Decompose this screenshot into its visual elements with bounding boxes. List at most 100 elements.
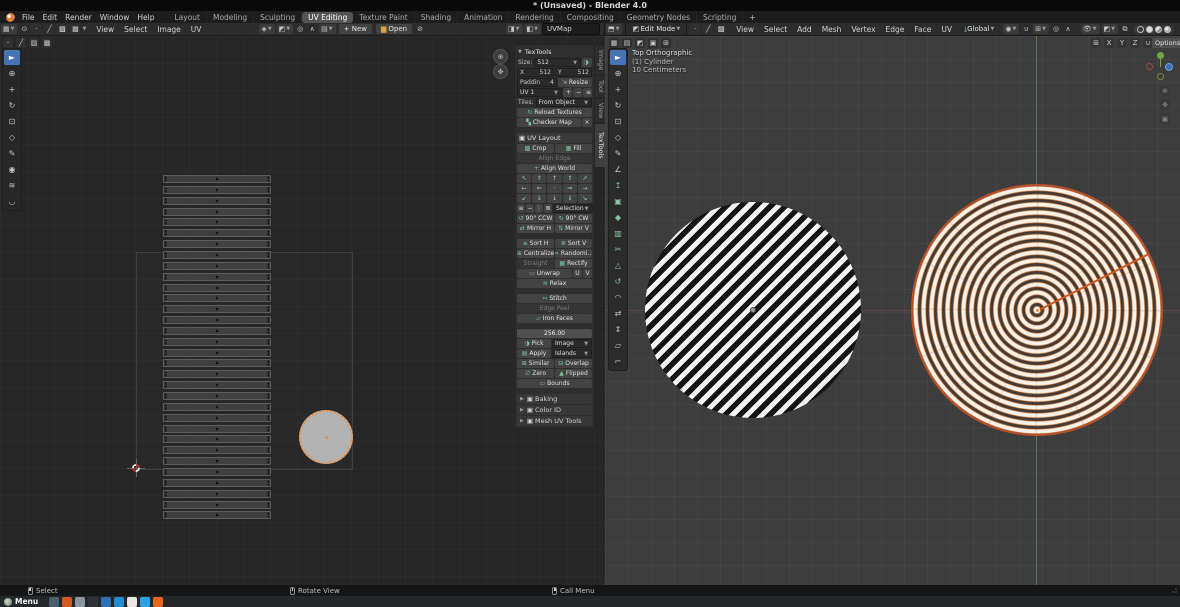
uv-strip-island[interactable] (163, 208, 271, 216)
cursor-tool-icon[interactable]: ⊕ (610, 66, 626, 81)
workspace-tab-scripting[interactable]: Scripting (697, 12, 743, 23)
gizmo-z-axis[interactable] (1165, 63, 1173, 71)
unwrap-button[interactable]: ▭Unwrap (517, 269, 572, 278)
vp-menu-add[interactable]: Add (792, 25, 817, 34)
falloff-icon[interactable]: ∧ (1063, 24, 1073, 34)
blender-logo-icon[interactable] (6, 13, 15, 22)
files-icon[interactable] (101, 597, 111, 607)
align-0-3-button[interactable]: ⇑ (563, 174, 577, 183)
loop-cut-tool-icon[interactable]: ▥ (610, 226, 626, 241)
image-browse-icon[interactable]: ▤▼ (319, 24, 335, 34)
uv-strip-island[interactable] (163, 197, 271, 205)
size-dropdown[interactable]: 512▼ (534, 58, 581, 67)
pin-icon[interactable]: ⊙ (19, 24, 29, 34)
pivot-point-icon[interactable]: ◉▼ (1003, 24, 1019, 34)
uv-strip-island[interactable] (163, 229, 271, 237)
uv-strip-island[interactable] (163, 240, 271, 248)
gizmo-y-neg-axis[interactable] (1157, 73, 1164, 80)
workspace-tab-texture-paint[interactable]: Texture Paint (353, 12, 414, 23)
uv-menu-select[interactable]: Select (119, 25, 152, 34)
menu-edit[interactable]: Edit (39, 13, 62, 22)
grab-tool-icon[interactable]: ◉ (4, 162, 20, 177)
align-0-4-button[interactable]: ↗ (578, 174, 592, 183)
zoom-region-icon[interactable]: ⊕ (493, 49, 508, 64)
uv-strip-island[interactable] (163, 349, 271, 357)
align-0-0-button[interactable]: ↖ (517, 174, 531, 183)
remove-uv-icon[interactable]: − (573, 88, 582, 97)
uv-channel-dropdown[interactable]: UV 1▼ (517, 88, 562, 97)
uv-strip-island[interactable] (163, 218, 271, 226)
menu-render[interactable]: Render (61, 13, 96, 22)
island-mode-icon-0[interactable]: ≡ (517, 204, 525, 213)
shrink-fatten-tool-icon[interactable]: ⇕ (610, 322, 626, 337)
uv-strip-island[interactable] (163, 392, 271, 400)
vp-menu-edge[interactable]: Edge (881, 25, 910, 34)
chrome-icon[interactable] (127, 597, 137, 607)
align-2-2-button[interactable]: ↓ (547, 194, 561, 203)
annotate-tool-icon[interactable]: ✎ (4, 146, 20, 161)
vp-menu-view[interactable]: View (731, 25, 759, 34)
vp-menu-uv[interactable]: UV (936, 25, 957, 34)
face-select-icon[interactable]: ▨ (57, 24, 67, 34)
select-flipped-button[interactable]: ▲Flipped (555, 369, 592, 378)
uv-strip-island[interactable] (163, 435, 271, 443)
grid-toggle-icon[interactable]: ⊞ (1091, 38, 1101, 48)
align-1-3-button[interactable]: ⇒ (563, 184, 577, 193)
media-player-icon[interactable] (114, 597, 124, 607)
pan-icon[interactable]: ✥ (1160, 100, 1170, 110)
unwrap-v-button[interactable]: V (583, 269, 592, 278)
uv-list-icon[interactable]: ≡ (583, 88, 592, 97)
pan-region-icon[interactable]: ✥ (493, 64, 508, 79)
spin-tool-icon[interactable]: ↺ (610, 274, 626, 289)
camera-view-icon[interactable]: ▣ (1160, 114, 1170, 124)
uv-strip-island[interactable] (163, 414, 271, 422)
tweak-tool-icon[interactable]: ► (610, 50, 626, 65)
mail-icon[interactable] (75, 597, 85, 607)
workspace-add-button[interactable]: + (743, 12, 761, 23)
uv-strip-island[interactable] (163, 294, 271, 302)
uv-strip-island[interactable] (163, 457, 271, 465)
select-similar-button[interactable]: ⊞Similar (517, 359, 554, 368)
edge-slide-tool-icon[interactable]: ⇄ (610, 306, 626, 321)
workspace-tab-compositing[interactable]: Compositing (561, 12, 621, 23)
workspace-tab-animation[interactable]: Animation (458, 12, 509, 23)
new-image-button[interactable]: + New (339, 24, 372, 34)
uv-strip-island[interactable] (163, 381, 271, 389)
uv-circle-island[interactable] (299, 410, 353, 464)
checker-map-button[interactable]: ▚Checker Map (517, 118, 581, 127)
workspace-tab-geometry-nodes[interactable]: Geometry Nodes (621, 12, 697, 23)
select-overlap-button[interactable]: ⊟Overlap (555, 359, 592, 368)
browser-orange-icon[interactable] (62, 597, 72, 607)
tweak-tool-icon[interactable]: ► (4, 50, 20, 65)
uv-strip-island[interactable] (163, 327, 271, 335)
measure-tool-icon[interactable]: ∠ (610, 162, 626, 177)
vp-menu-select[interactable]: Select (759, 25, 792, 34)
uv-strip-island[interactable] (163, 186, 271, 194)
add-uv-icon[interactable]: + (563, 88, 572, 97)
proportional-edit-icon[interactable]: ◎ (1051, 24, 1061, 34)
uv-strip-island[interactable] (163, 262, 271, 270)
sort-v-button[interactable]: ≣Sort V (555, 239, 592, 248)
uv-strip-island[interactable] (163, 175, 271, 183)
rotate-tool-icon[interactable]: ↻ (4, 98, 20, 113)
menu-file[interactable]: File (18, 13, 39, 22)
firefox-icon[interactable] (153, 597, 163, 607)
rotate-ccw-button[interactable]: ↺90° CCW (517, 214, 554, 223)
align-1-1-button[interactable]: ⇐ (532, 184, 546, 193)
bevel-tool-icon[interactable]: ◆ (610, 210, 626, 225)
shear-tool-icon[interactable]: ▱ (610, 338, 626, 353)
smooth-tool-icon[interactable]: ◠ (610, 290, 626, 305)
uv-strip-island[interactable] (163, 490, 271, 498)
iron-faces-button[interactable]: ▱Iron Faces (517, 314, 592, 323)
uv-mode-island-icon[interactable]: ▩ (42, 38, 52, 48)
uv-strip-island[interactable] (163, 305, 271, 313)
gizmo-dropdown-icon[interactable]: ◈▼ (259, 24, 274, 34)
chevron-down-icon[interactable]: ▼ (82, 26, 86, 32)
workspace-tab-shading[interactable]: Shading (415, 12, 458, 23)
display-channels-icon[interactable]: ◨▼ (506, 24, 522, 34)
workspace-tab-sculpting[interactable]: Sculpting (254, 12, 302, 23)
align-2-1-button[interactable]: ⇓ (532, 194, 546, 203)
wireframe-shading-icon[interactable] (1137, 26, 1144, 33)
eyedropper-icon[interactable]: ◑ (582, 58, 592, 67)
delete-checker-icon[interactable]: × (582, 118, 592, 127)
